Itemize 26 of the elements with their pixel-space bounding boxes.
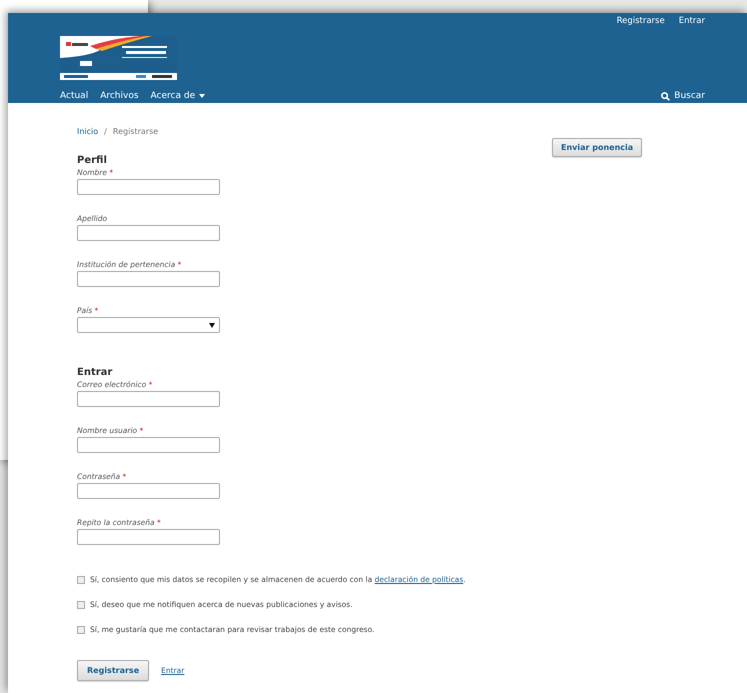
nav-link[interactable]: Archivos <box>100 91 139 101</box>
checkbox[interactable] <box>77 626 85 634</box>
header-link[interactable]: Entrar <box>678 16 705 26</box>
breadcrumb-current: Registrarse <box>112 127 158 136</box>
nav-link[interactable]: Actual <box>60 91 88 101</box>
input-field[interactable] <box>77 483 220 499</box>
input-field[interactable] <box>77 529 220 545</box>
section-heading: Entrar <box>77 367 114 378</box>
submit-paper-button[interactable]: Enviar ponencia <box>552 138 642 157</box>
input-field[interactable] <box>77 225 220 241</box>
nav-link[interactable]: Acerca de <box>150 91 206 101</box>
input-field[interactable] <box>77 179 220 195</box>
breadcrumb-separator: / <box>104 127 107 136</box>
search-link[interactable]: Buscar <box>661 91 705 101</box>
input-field[interactable] <box>77 437 220 453</box>
header-link[interactable]: Registrarse <box>616 16 665 26</box>
checkbox[interactable] <box>77 576 85 584</box>
register-button[interactable]: Registrarse <box>77 660 150 681</box>
breadcrumb-link[interactable]: Inicio <box>77 127 98 136</box>
input-field[interactable] <box>77 391 220 407</box>
input-field[interactable] <box>77 271 220 287</box>
section-heading: Perfil <box>77 155 108 166</box>
dropdown-icon <box>209 322 215 328</box>
search-icon <box>661 92 670 100</box>
checkbox[interactable] <box>77 600 85 608</box>
select-field[interactable] <box>77 317 220 333</box>
